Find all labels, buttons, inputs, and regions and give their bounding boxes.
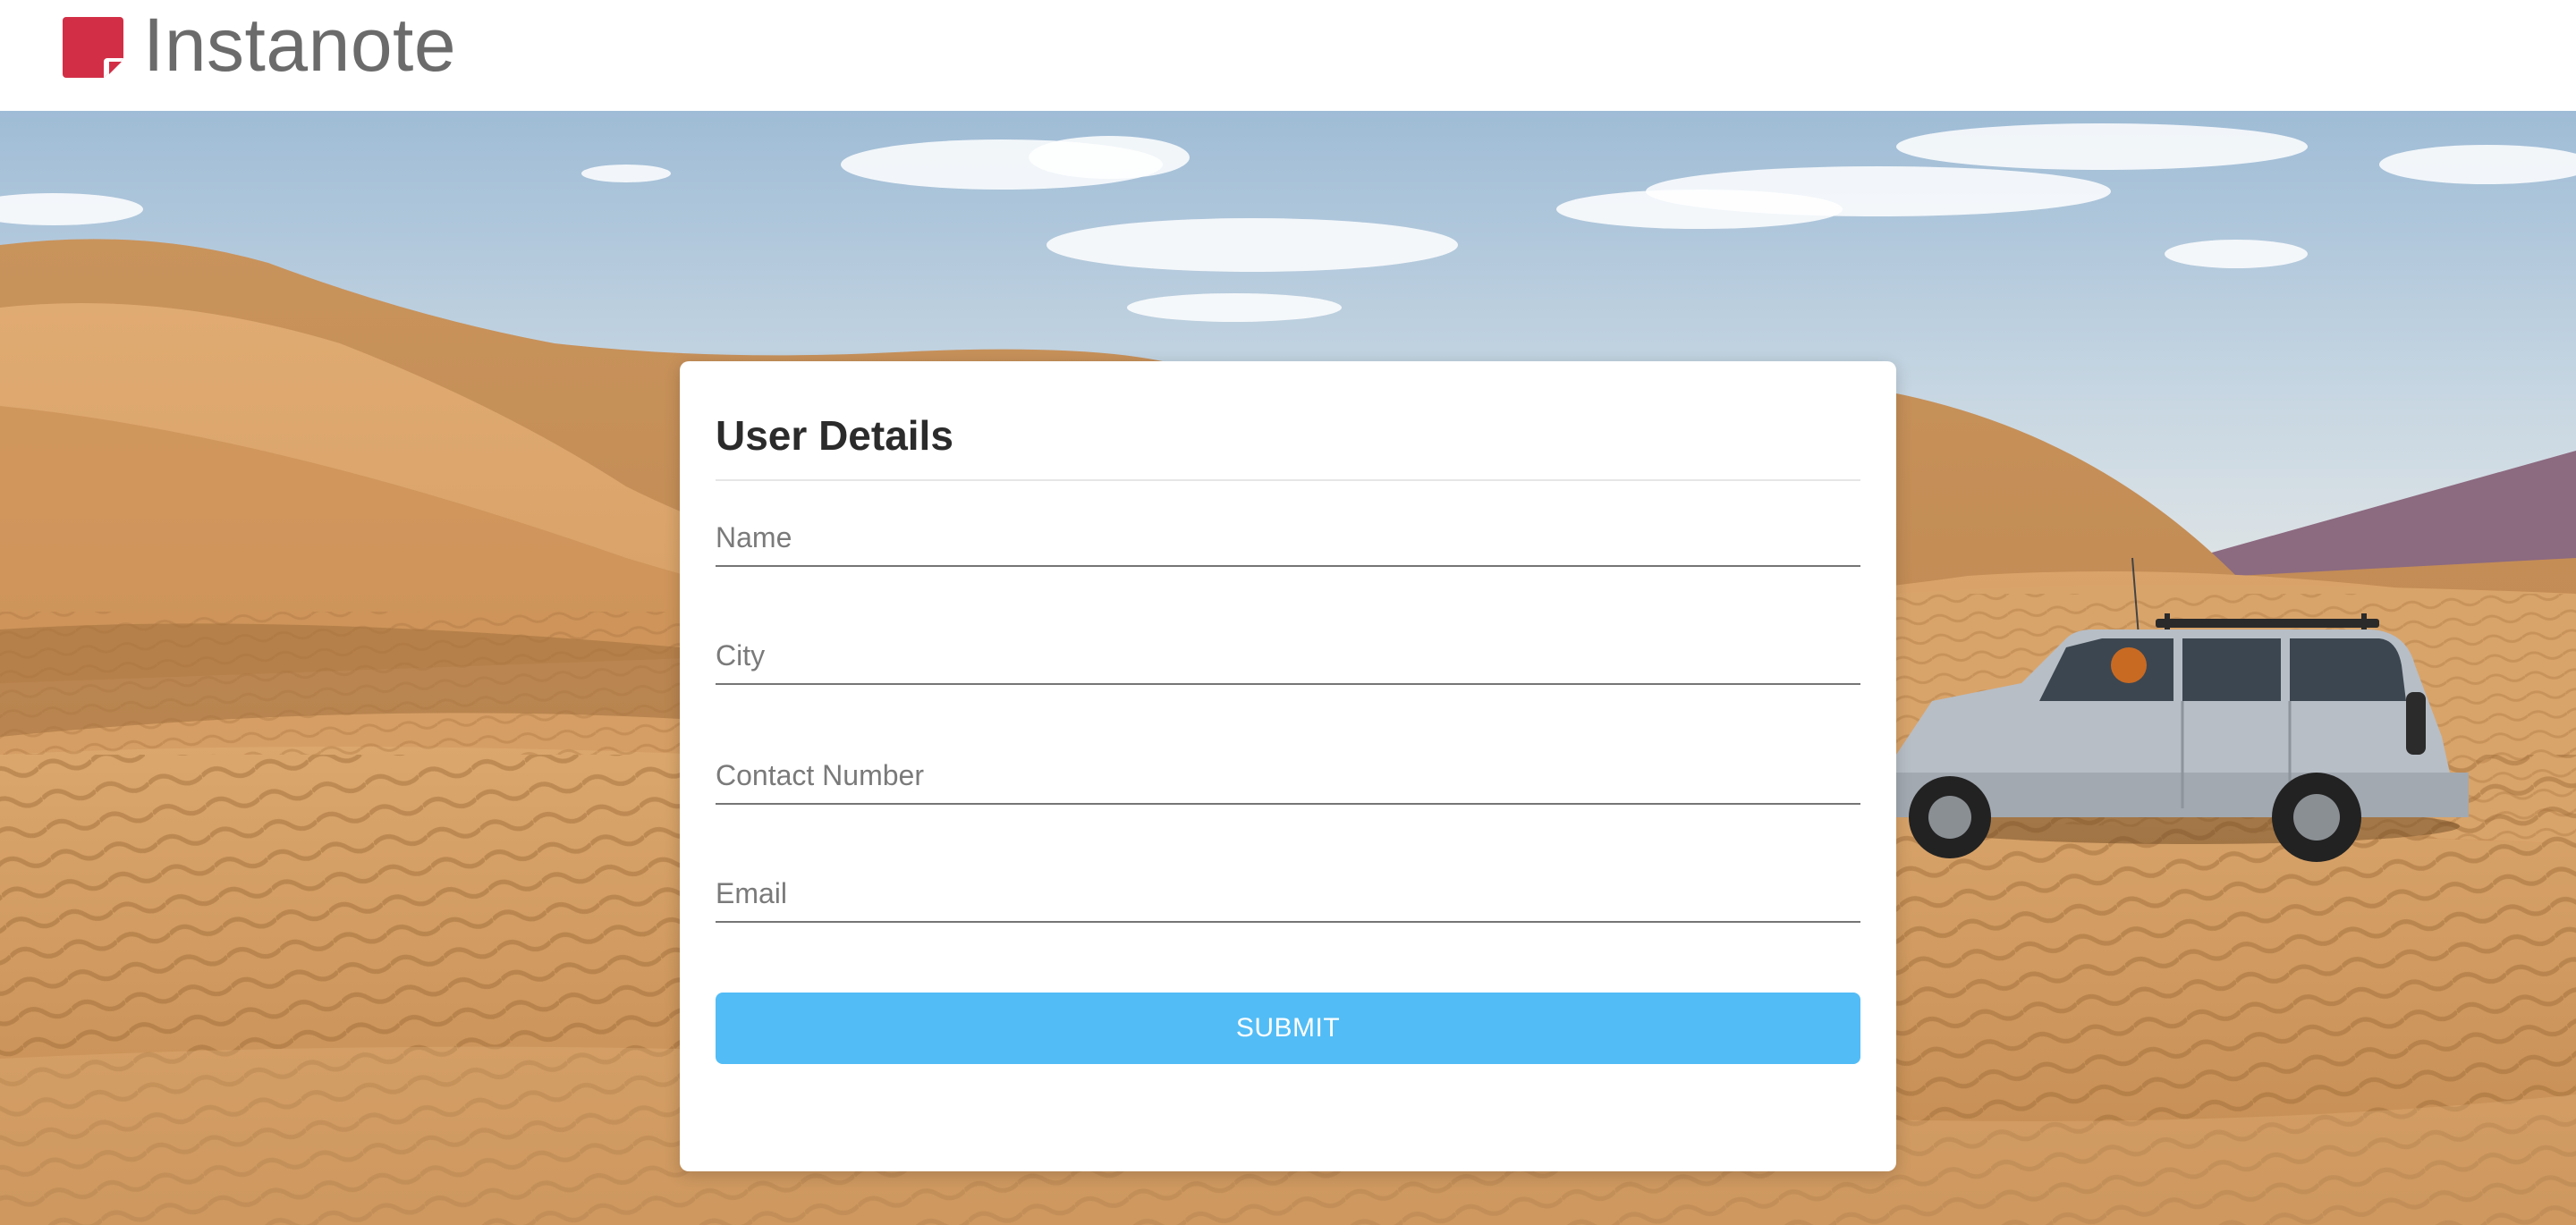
name-input[interactable] — [716, 510, 1860, 567]
brand-name: Instanote — [143, 3, 457, 87]
title-divider — [716, 479, 1860, 481]
brand-logo-link[interactable]: Instanote — [63, 7, 456, 82]
instanote-logo-icon — [63, 17, 123, 78]
contact-number-input[interactable] — [716, 748, 1860, 805]
user-details-card: User Details SUBMIT — [680, 361, 1896, 1171]
form-title: User Details — [716, 412, 953, 459]
email-input[interactable] — [716, 866, 1860, 923]
top-navbar: Instanote — [0, 0, 2576, 111]
city-input[interactable] — [716, 628, 1860, 685]
submit-button[interactable]: SUBMIT — [716, 993, 1860, 1064]
